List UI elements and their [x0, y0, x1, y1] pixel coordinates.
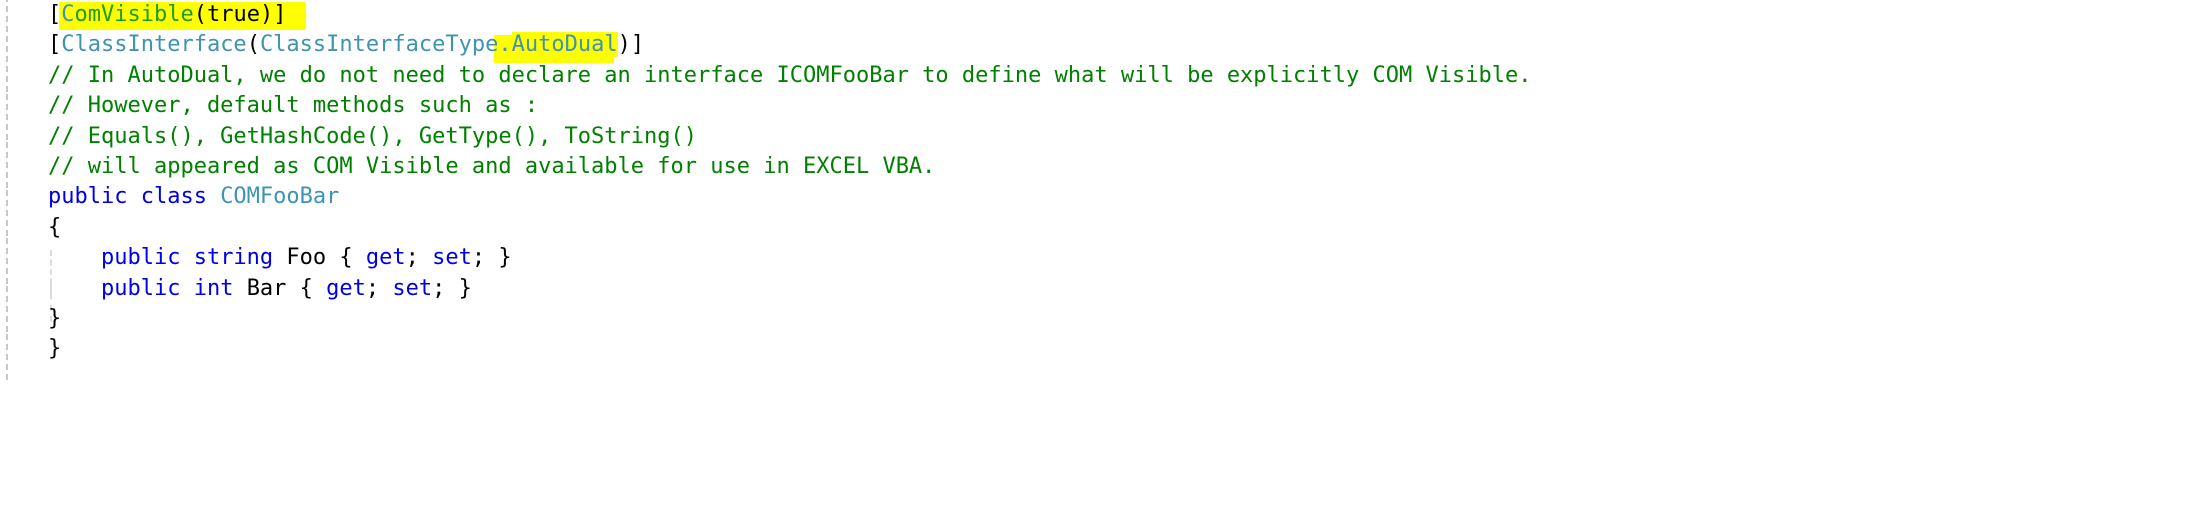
- code-block[interactable]: [ComVisible(true)] [ClassInterface(ClassI…: [0, 0, 2188, 365]
- code-token: set: [432, 245, 472, 271]
- code-token: ;: [405, 245, 433, 271]
- code-line[interactable]: // will appeared as COM Visible and avai…: [0, 152, 2188, 182]
- code-line[interactable]: // In AutoDual, we do not need to declar…: [0, 61, 2188, 91]
- code-token: public int: [100, 275, 247, 301]
- code-token: ClassInterfaceType: [259, 32, 499, 58]
- code-token: ; }: [471, 245, 512, 271]
- code-token: AutoDual: [511, 32, 618, 58]
- code-token: set: [392, 275, 433, 301]
- code-line[interactable]: // Equals(), GetHashCode(), GetType(), T…: [0, 122, 2188, 152]
- code-line[interactable]: [ClassInterface(ClassInterfaceType.AutoD…: [0, 30, 2188, 60]
- code-token: COMFooBar: [220, 184, 340, 210]
- code-token: ]: [273, 2, 287, 27]
- code-line[interactable]: {: [0, 213, 2188, 243]
- code-token: .: [498, 32, 512, 58]
- code-token: }: [48, 305, 62, 331]
- code-token: [: [48, 32, 62, 58]
- code-token: // However, default methods such as :: [48, 93, 539, 119]
- code-token: public class: [48, 184, 221, 210]
- code-token: get: [365, 245, 406, 271]
- code-token: {: [48, 214, 62, 240]
- code-token: [: [48, 2, 62, 27]
- code-line[interactable]: }: [0, 334, 2188, 364]
- code-token: omVisible: [74, 2, 194, 27]
- code-token: (: [246, 32, 260, 58]
- code-token: // will appeared as COM Visible and avai…: [48, 153, 936, 179]
- code-token: }: [48, 336, 62, 362]
- code-token: ;: [365, 275, 393, 301]
- code-editor-surface[interactable]: [ComVisible(true)] [ClassInterface(ClassI…: [0, 0, 2188, 507]
- code-token: C: [61, 2, 75, 27]
- code-token: // In AutoDual, we do not need to declar…: [48, 62, 1532, 88]
- code-line[interactable]: public int Bar { get; set; }: [0, 274, 2188, 304]
- code-token: Foo {: [286, 245, 366, 271]
- code-token: )]: [617, 32, 645, 58]
- code-token: // Equals(), GetHashCode(), GetType(), T…: [48, 123, 698, 149]
- code-token: (true): [193, 2, 274, 27]
- code-line[interactable]: public class COMFooBar: [0, 182, 2188, 212]
- code-line[interactable]: // However, default methods such as :: [0, 91, 2188, 121]
- code-token: get: [326, 275, 366, 301]
- code-token: public string: [100, 245, 287, 271]
- code-token: ClassInterface: [61, 32, 247, 58]
- code-token: ; }: [432, 275, 472, 301]
- code-line[interactable]: }: [0, 304, 2188, 334]
- code-token: Bar {: [246, 275, 327, 301]
- code-line[interactable]: public string Foo { get; set; }: [0, 243, 2188, 273]
- code-line[interactable]: [ComVisible(true)]: [0, 0, 2188, 30]
